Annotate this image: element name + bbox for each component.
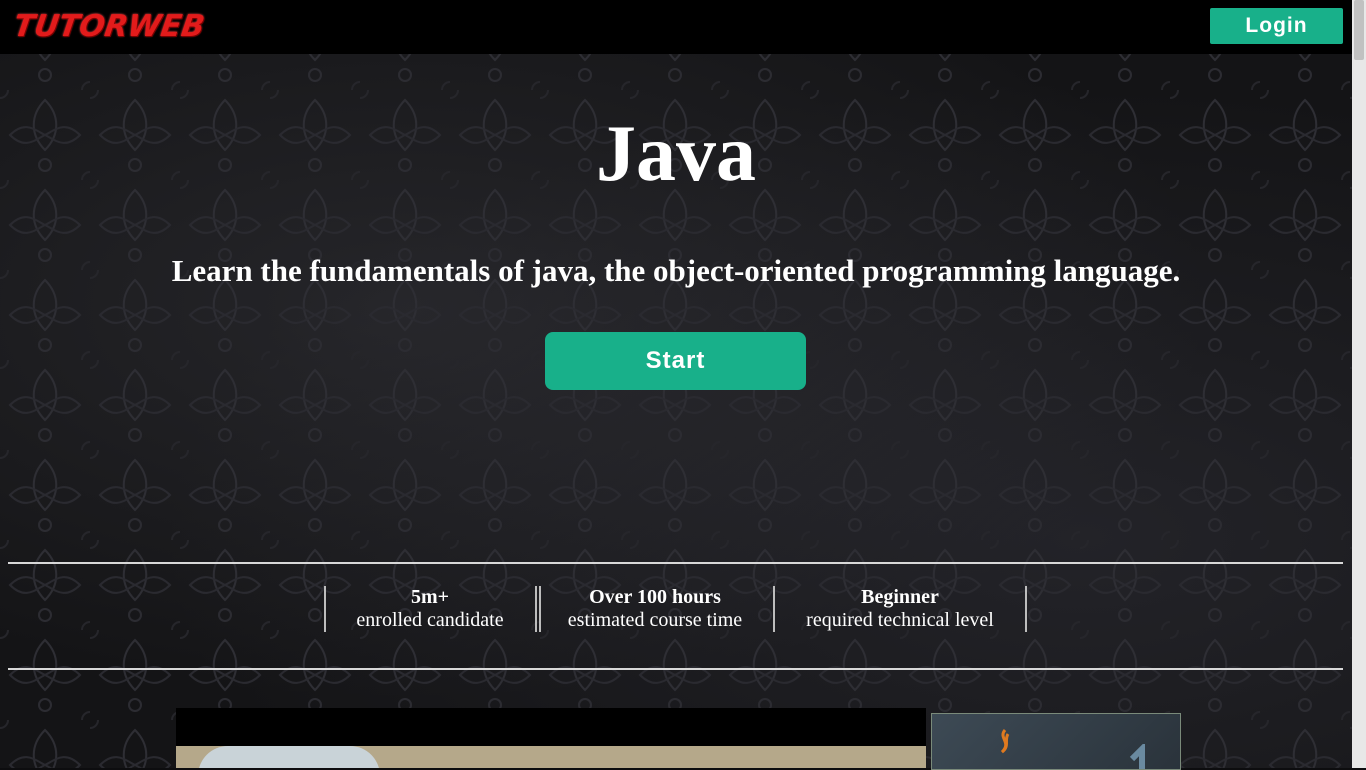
stat-divider <box>773 586 775 632</box>
stat-enrolled: 5m+ enrolled candidate <box>330 586 530 632</box>
stat-divider <box>535 586 537 632</box>
coffee-cup-image <box>198 746 380 768</box>
divider-bottom <box>8 668 1343 670</box>
page-scrollbar[interactable] <box>1352 0 1366 768</box>
start-button[interactable]: Start <box>545 332 806 390</box>
stat-value: Beginner <box>861 586 939 608</box>
stat-value: 5m+ <box>410 586 450 608</box>
stat-label: enrolled candidate <box>356 609 504 631</box>
stat-divider <box>539 586 541 632</box>
stat-label: required technical level <box>806 609 994 631</box>
java-thumbnail[interactable] <box>931 713 1181 770</box>
stat-label: estimated course time <box>567 609 743 631</box>
stat-technical-level: Beginner required technical level <box>780 586 1020 632</box>
stat-course-time: Over 100 hours estimated course time <box>545 586 765 632</box>
java-logo-icon <box>1000 729 1010 754</box>
course-title: Java <box>596 110 756 198</box>
login-button[interactable]: Login <box>1210 8 1343 44</box>
course-subtitle: Learn the fundamentals of java, the obje… <box>171 253 1181 288</box>
top-navbar: TUTORWEB Login <box>0 0 1352 54</box>
site-logo[interactable]: TUTORWEB <box>12 9 207 44</box>
course-image <box>176 746 926 768</box>
stat-value: Over 100 hours <box>589 586 721 608</box>
stat-divider <box>324 586 326 632</box>
number-decoration-icon <box>1129 744 1145 769</box>
stat-divider <box>1025 586 1027 632</box>
divider-top <box>8 562 1343 564</box>
scrollbar-thumb[interactable] <box>1354 0 1364 60</box>
